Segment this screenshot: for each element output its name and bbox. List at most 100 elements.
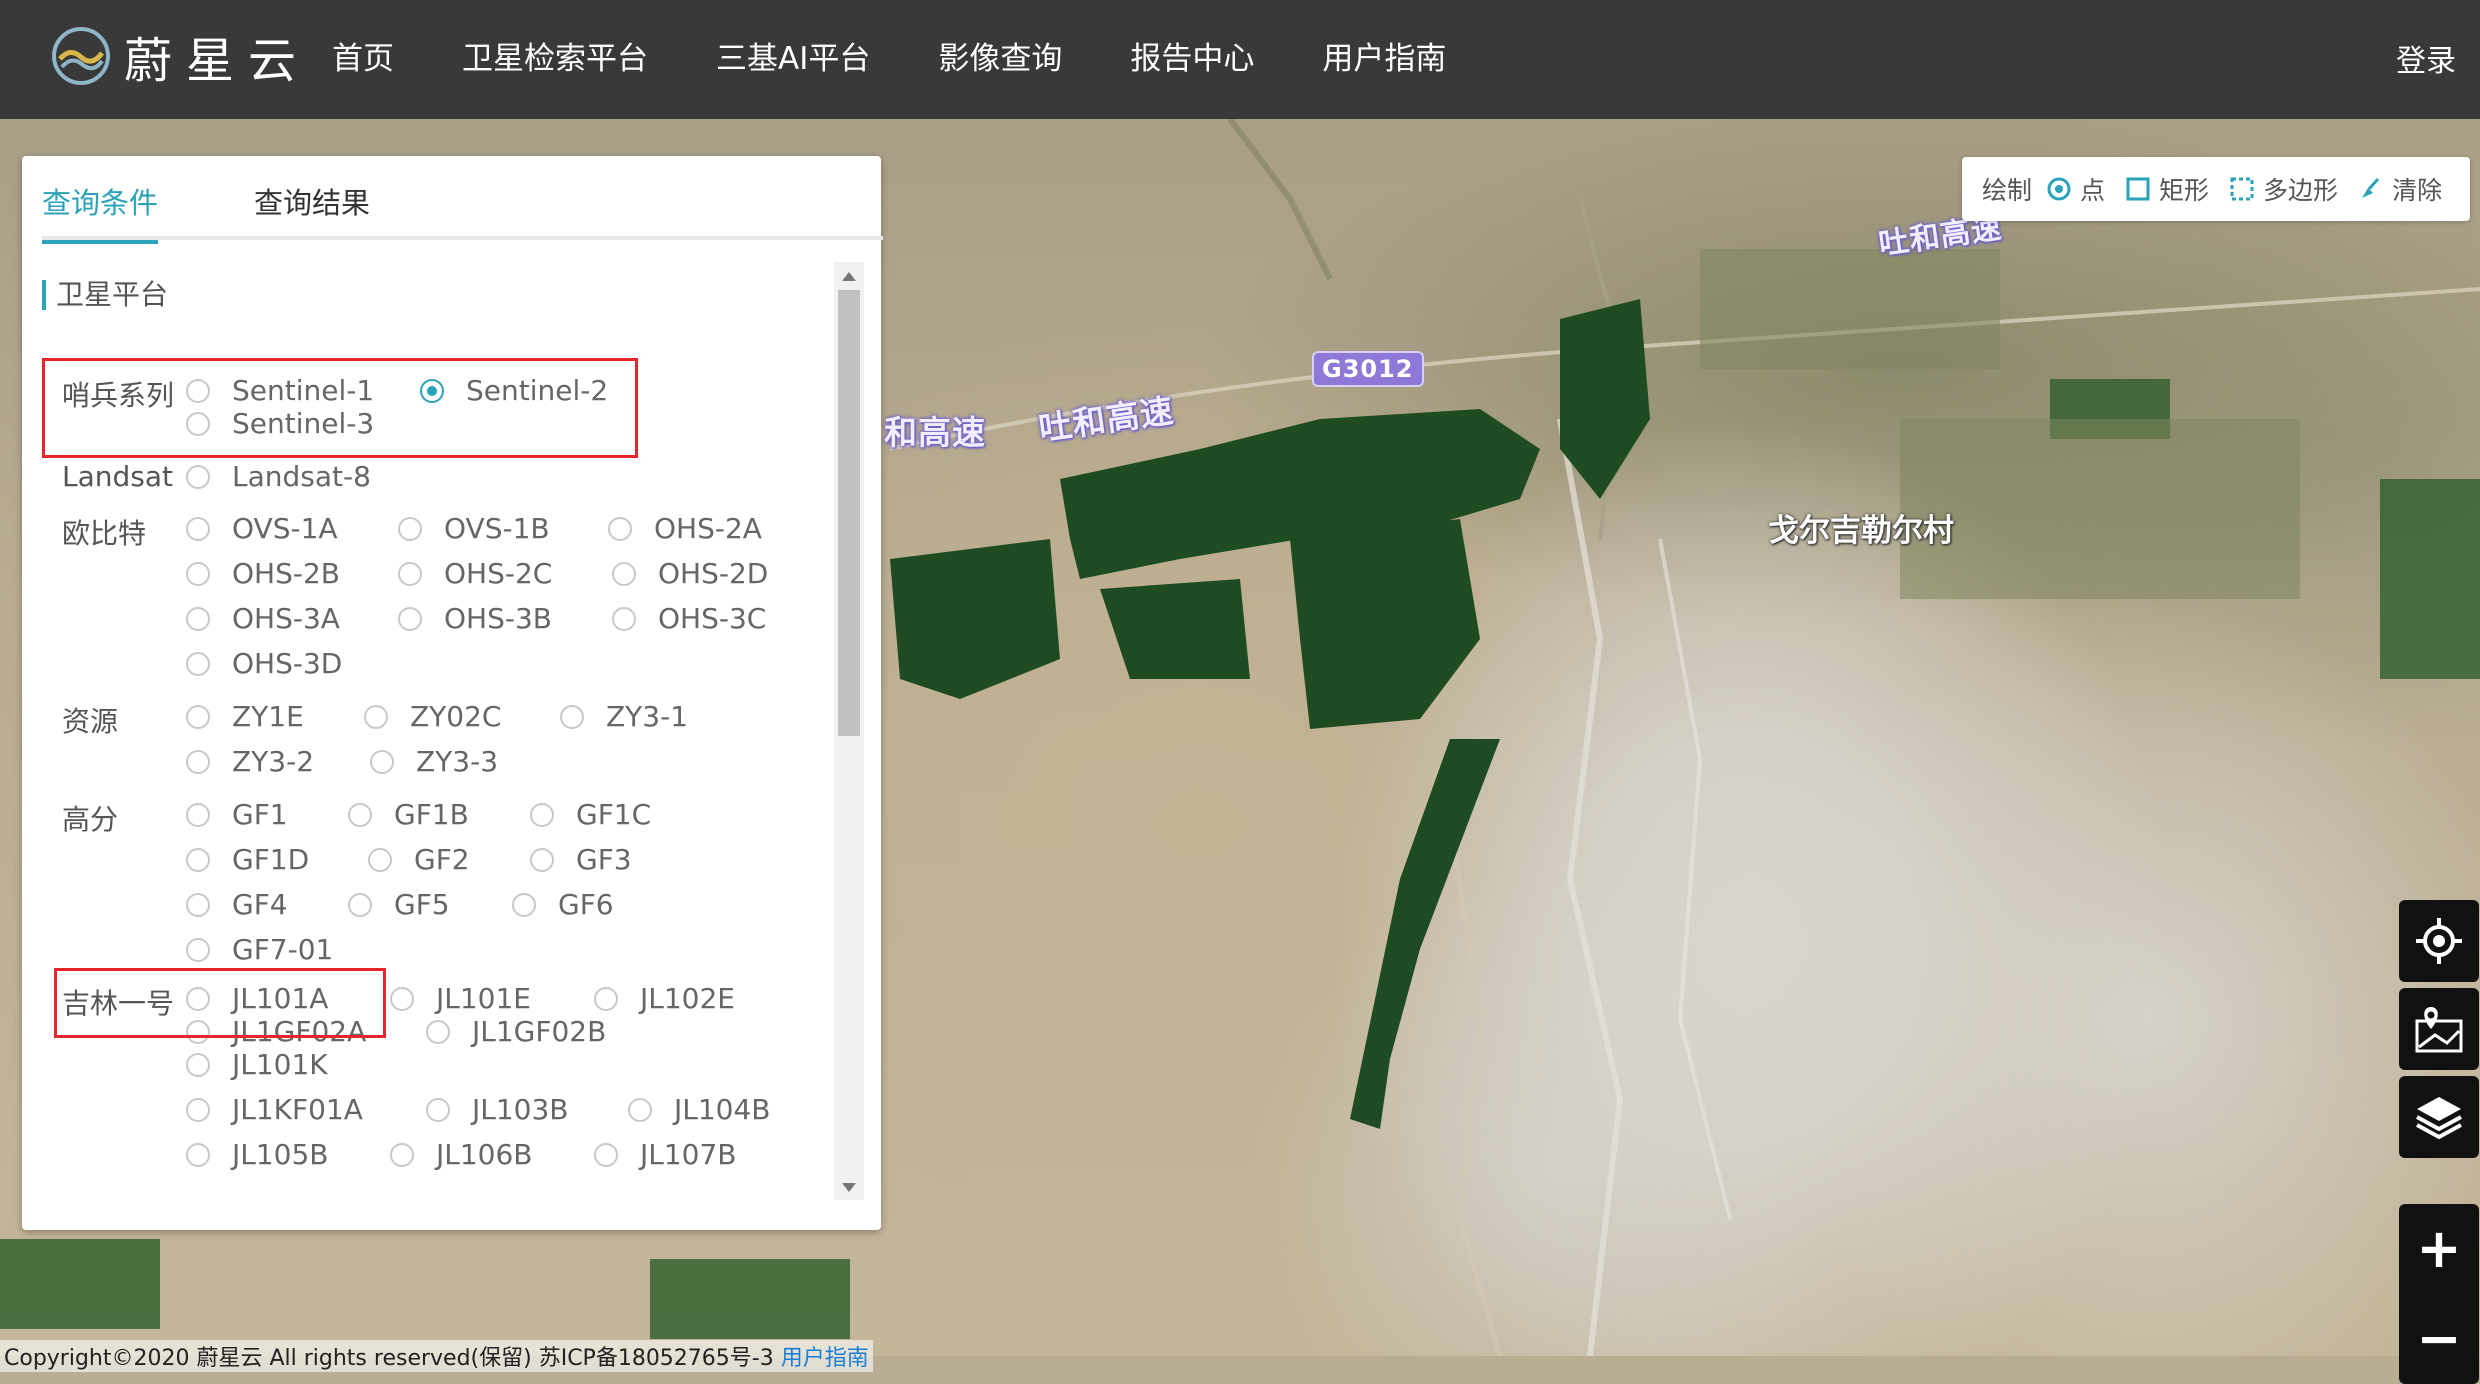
radio-icon[interactable] <box>390 986 414 1011</box>
radio-icon[interactable] <box>186 847 210 872</box>
footer-guide-link[interactable]: 用户指南 <box>781 1346 869 1371</box>
radio-option[interactable]: ZY3-1 <box>560 700 688 733</box>
radio-icon[interactable] <box>560 704 584 729</box>
radio-icon[interactable] <box>186 704 210 729</box>
radio-icon[interactable] <box>398 561 422 586</box>
radio-icon[interactable] <box>186 1019 210 1044</box>
radio-option[interactable]: GF3 <box>530 843 632 876</box>
radio-option[interactable]: OHS-3A <box>186 602 340 635</box>
radio-icon[interactable] <box>398 516 422 541</box>
radio-option-selected[interactable]: Sentinel-2 <box>420 374 608 407</box>
radio-option[interactable]: GF6 <box>512 888 614 921</box>
nav-satellite-search[interactable]: 卫星检索平台 <box>462 33 648 78</box>
radio-option[interactable]: JL101E <box>390 982 531 1015</box>
radio-icon[interactable] <box>186 516 210 541</box>
nav-user-guide[interactable]: 用户指南 <box>1322 33 1446 78</box>
radio-icon[interactable] <box>608 516 632 541</box>
radio-option[interactable]: JL101A <box>186 982 328 1015</box>
radio-icon[interactable] <box>186 411 210 436</box>
radio-icon[interactable] <box>368 847 392 872</box>
scroll-thumb[interactable] <box>838 290 860 736</box>
radio-option[interactable]: GF1D <box>186 843 309 876</box>
radio-option[interactable]: GF1B <box>348 798 469 831</box>
radio-option[interactable]: JL103B <box>426 1093 569 1126</box>
radio-option[interactable]: JL1GF02A <box>186 1015 366 1048</box>
radio-icon[interactable] <box>512 892 536 917</box>
radio-option[interactable]: Sentinel-3 <box>186 407 374 440</box>
radio-option[interactable]: OVS-1B <box>398 512 550 545</box>
radio-icon[interactable] <box>186 892 210 917</box>
radio-checked-icon[interactable] <box>420 378 444 403</box>
radio-icon[interactable] <box>612 561 636 586</box>
locate-button[interactable] <box>2399 900 2479 982</box>
radio-icon[interactable] <box>186 749 210 774</box>
tab-query-results[interactable]: 查询结果 <box>254 180 370 222</box>
panel-scrollbar[interactable] <box>834 262 864 1200</box>
login-link[interactable]: 登录 <box>2396 36 2456 80</box>
radio-option[interactable]: JL1KF01A <box>186 1093 363 1126</box>
radio-option[interactable]: GF7-01 <box>186 933 333 966</box>
radio-option[interactable]: JL105B <box>186 1138 329 1171</box>
radio-icon[interactable] <box>364 704 388 729</box>
radio-icon[interactable] <box>186 937 210 962</box>
radio-option[interactable]: OHS-3B <box>398 602 552 635</box>
radio-icon[interactable] <box>426 1097 450 1122</box>
radio-option[interactable]: OHS-2D <box>612 557 768 590</box>
logo[interactable]: 蔚星云 <box>50 18 310 94</box>
radio-icon[interactable] <box>628 1097 652 1122</box>
zoom-out-button[interactable]: − <box>2416 1312 2461 1366</box>
radio-icon[interactable] <box>348 802 372 827</box>
map-type-button[interactable] <box>2399 988 2479 1070</box>
radio-option[interactable]: GF1 <box>186 798 288 831</box>
draw-point-button[interactable]: 点 <box>2046 171 2105 207</box>
radio-icon[interactable] <box>398 606 422 631</box>
radio-option[interactable]: JL101K <box>186 1048 328 1081</box>
radio-option[interactable]: JL106B <box>390 1138 533 1171</box>
radio-option[interactable]: GF1C <box>530 798 651 831</box>
radio-option[interactable]: JL107B <box>594 1138 737 1171</box>
radio-option[interactable]: OHS-2A <box>608 512 762 545</box>
radio-icon[interactable] <box>186 651 210 676</box>
radio-icon[interactable] <box>370 749 394 774</box>
draw-rect-button[interactable]: 矩形 <box>2125 171 2209 207</box>
radio-icon[interactable] <box>186 378 210 403</box>
radio-option[interactable]: OHS-2B <box>186 557 340 590</box>
radio-option[interactable]: OVS-1A <box>186 512 338 545</box>
zoom-in-button[interactable]: + <box>2416 1222 2461 1276</box>
radio-option[interactable]: JL104B <box>628 1093 771 1126</box>
radio-icon[interactable] <box>186 561 210 586</box>
radio-icon[interactable] <box>186 1097 210 1122</box>
radio-option[interactable]: Sentinel-1 <box>186 374 374 407</box>
radio-icon[interactable] <box>530 802 554 827</box>
clear-drawing-button[interactable]: 清除 <box>2358 171 2442 207</box>
radio-option[interactable]: ZY1E <box>186 700 304 733</box>
scroll-down-icon[interactable] <box>842 1183 856 1192</box>
nav-ai-platform[interactable]: 三基AI平台 <box>716 33 870 78</box>
radio-icon[interactable] <box>426 1019 450 1044</box>
radio-icon[interactable] <box>390 1142 414 1167</box>
radio-option[interactable]: ZY3-3 <box>370 745 498 778</box>
radio-icon[interactable] <box>186 464 210 489</box>
layers-button[interactable] <box>2399 1076 2479 1158</box>
radio-option[interactable]: OHS-3D <box>186 647 342 680</box>
radio-option[interactable]: GF5 <box>348 888 450 921</box>
radio-icon[interactable] <box>186 986 210 1011</box>
radio-option[interactable]: GF2 <box>368 843 470 876</box>
nav-report-center[interactable]: 报告中心 <box>1130 33 1254 78</box>
nav-home[interactable]: 首页 <box>332 33 394 78</box>
radio-option[interactable]: JL1GF02B <box>426 1015 606 1048</box>
radio-option[interactable]: ZY02C <box>364 700 501 733</box>
radio-option[interactable]: GF4 <box>186 888 288 921</box>
radio-option[interactable]: OHS-2C <box>398 557 552 590</box>
radio-icon[interactable] <box>612 606 636 631</box>
radio-icon[interactable] <box>594 1142 618 1167</box>
radio-icon[interactable] <box>186 1142 210 1167</box>
radio-icon[interactable] <box>186 1052 210 1077</box>
radio-option[interactable]: JL102E <box>594 982 735 1015</box>
radio-icon[interactable] <box>186 606 210 631</box>
radio-option[interactable]: OHS-3C <box>612 602 766 635</box>
draw-polygon-button[interactable]: 多边形 <box>2229 171 2338 207</box>
radio-option[interactable]: Landsat-8 <box>186 460 371 493</box>
radio-icon[interactable] <box>348 892 372 917</box>
nav-image-query[interactable]: 影像查询 <box>938 33 1062 78</box>
